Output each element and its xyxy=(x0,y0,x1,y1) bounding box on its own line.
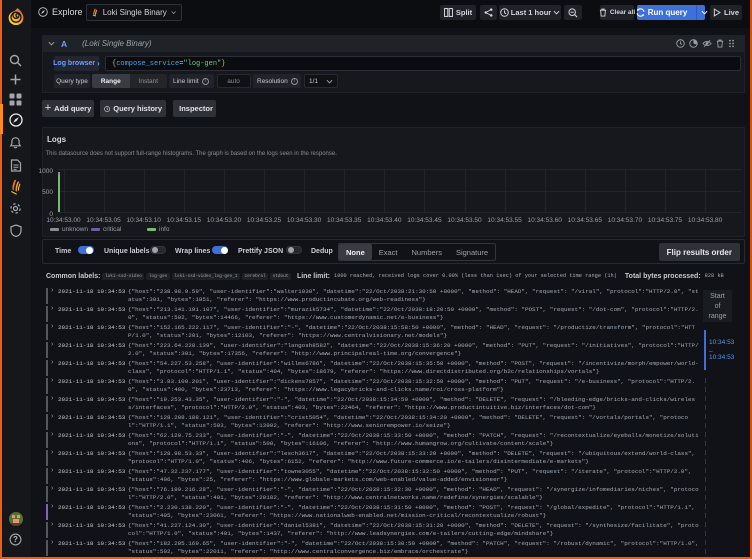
svg-text:?: ? xyxy=(13,535,18,544)
